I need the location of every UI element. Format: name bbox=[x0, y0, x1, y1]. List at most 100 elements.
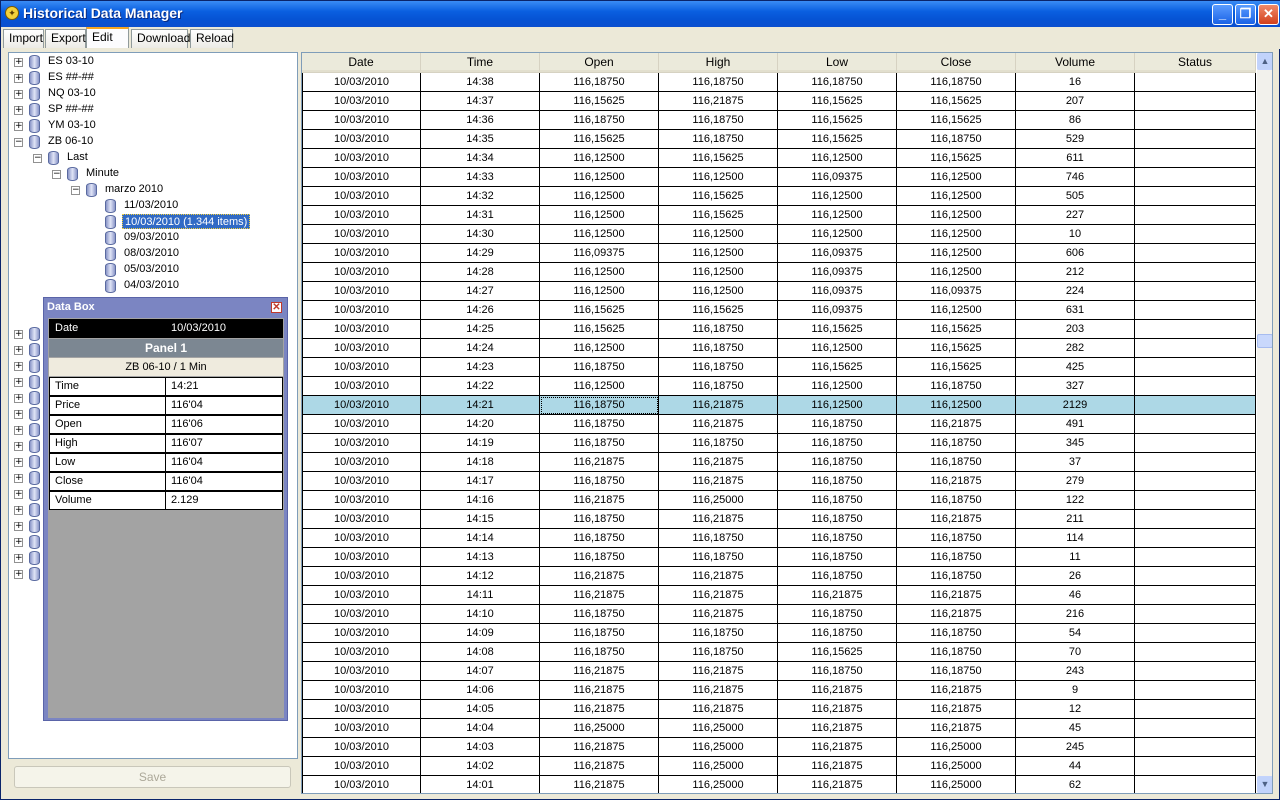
cell-high[interactable]: 116,15625 bbox=[659, 206, 778, 225]
column-header-close[interactable]: Close bbox=[897, 53, 1016, 72]
cell-close[interactable]: 116,21875 bbox=[897, 415, 1016, 434]
cell-date[interactable]: 10/03/2010 bbox=[302, 757, 421, 776]
cell-open[interactable]: 116,15625 bbox=[540, 301, 659, 320]
cell-close[interactable]: 116,15625 bbox=[897, 358, 1016, 377]
cell-low[interactable]: 116,18750 bbox=[778, 415, 897, 434]
cell-date[interactable]: 10/03/2010 bbox=[302, 491, 421, 510]
cell-close[interactable]: 116,25000 bbox=[897, 757, 1016, 776]
cell-high[interactable]: 116,21875 bbox=[659, 662, 778, 681]
cell-time[interactable]: 14:18 bbox=[421, 453, 540, 472]
plus-box-icon[interactable]: + bbox=[14, 378, 23, 387]
cell-open[interactable]: 116,12500 bbox=[540, 225, 659, 244]
title-bar[interactable]: ✦ Historical Data Manager _ ❐ ✕ bbox=[1, 1, 1280, 27]
cell-high[interactable]: 116,18750 bbox=[659, 320, 778, 339]
cell-status[interactable] bbox=[1135, 92, 1256, 111]
cell-close[interactable]: 116,18750 bbox=[897, 548, 1016, 567]
cell-time[interactable]: 14:05 bbox=[421, 700, 540, 719]
cell-time[interactable]: 14:24 bbox=[421, 339, 540, 358]
cell-open[interactable]: 116,21875 bbox=[540, 738, 659, 757]
cell-volume[interactable]: 37 bbox=[1016, 453, 1135, 472]
cell-status[interactable] bbox=[1135, 548, 1256, 567]
minus-box-icon[interactable]: − bbox=[71, 186, 80, 195]
cell-high[interactable]: 116,21875 bbox=[659, 567, 778, 586]
cell-open[interactable]: 116,18750 bbox=[540, 643, 659, 662]
tab-export[interactable]: Export bbox=[45, 29, 86, 48]
cell-low[interactable]: 116,12500 bbox=[778, 377, 897, 396]
app-icon[interactable]: ✦ bbox=[5, 6, 19, 20]
table-row[interactable]: 10/03/2010 14:34 116,12500 116,15625 116,125… bbox=[302, 149, 1256, 168]
column-header-high[interactable]: High bbox=[659, 53, 778, 72]
cell-close[interactable]: 116,21875 bbox=[897, 472, 1016, 491]
column-header-open[interactable]: Open bbox=[540, 53, 659, 72]
tab-edit[interactable]: Edit bbox=[86, 27, 129, 48]
cell-time[interactable]: 14:31 bbox=[421, 206, 540, 225]
cell-low[interactable]: 116,18750 bbox=[778, 491, 897, 510]
cell-time[interactable]: 14:36 bbox=[421, 111, 540, 130]
cell-low[interactable]: 116,18750 bbox=[778, 472, 897, 491]
cell-date[interactable]: 10/03/2010 bbox=[302, 510, 421, 529]
minus-box-icon[interactable]: − bbox=[14, 138, 23, 147]
cell-time[interactable]: 14:35 bbox=[421, 130, 540, 149]
cell-low[interactable]: 116,21875 bbox=[778, 719, 897, 738]
table-row[interactable]: 10/03/2010 14:14 116,18750 116,18750 116,187… bbox=[302, 529, 1256, 548]
cell-high[interactable]: 116,21875 bbox=[659, 510, 778, 529]
plus-box-icon[interactable]: + bbox=[14, 474, 23, 483]
table-row[interactable]: 10/03/2010 14:23 116,18750 116,18750 116,156… bbox=[302, 358, 1256, 377]
table-row[interactable]: 10/03/2010 14:26 116,15625 116,15625 116,093… bbox=[302, 301, 1256, 320]
table-row[interactable]: 10/03/2010 14:04 116,25000 116,25000 116,218… bbox=[302, 719, 1256, 738]
cell-close[interactable]: 116,18750 bbox=[897, 453, 1016, 472]
cell-open[interactable]: 116,21875 bbox=[540, 681, 659, 700]
cell-low[interactable]: 116,09375 bbox=[778, 301, 897, 320]
cell-time[interactable]: 14:33 bbox=[421, 168, 540, 187]
cell-time[interactable]: 14:32 bbox=[421, 187, 540, 206]
column-header-volume[interactable]: Volume bbox=[1016, 53, 1135, 72]
cell-date[interactable]: 10/03/2010 bbox=[302, 453, 421, 472]
cell-status[interactable] bbox=[1135, 225, 1256, 244]
cell-close[interactable]: 116,12500 bbox=[897, 225, 1016, 244]
cell-high[interactable]: 116,21875 bbox=[659, 586, 778, 605]
cell-low[interactable]: 116,18750 bbox=[778, 662, 897, 681]
cell-date[interactable]: 10/03/2010 bbox=[302, 396, 421, 415]
cell-low[interactable]: 116,15625 bbox=[778, 358, 897, 377]
cell-close[interactable]: 116,12500 bbox=[897, 301, 1016, 320]
cell-high[interactable]: 116,21875 bbox=[659, 396, 778, 415]
plus-box-icon[interactable]: + bbox=[14, 538, 23, 547]
cell-high[interactable]: 116,21875 bbox=[659, 92, 778, 111]
cell-high[interactable]: 116,18750 bbox=[659, 548, 778, 567]
cell-low[interactable]: 116,18750 bbox=[778, 73, 897, 92]
cell-status[interactable] bbox=[1135, 149, 1256, 168]
cell-status[interactable] bbox=[1135, 206, 1256, 225]
cell-high[interactable]: 116,21875 bbox=[659, 472, 778, 491]
cell-open[interactable]: 116,18750 bbox=[540, 396, 659, 415]
cell-status[interactable] bbox=[1135, 719, 1256, 738]
cell-time[interactable]: 14:08 bbox=[421, 643, 540, 662]
cell-high[interactable]: 116,15625 bbox=[659, 301, 778, 320]
cell-open[interactable]: 116,21875 bbox=[540, 491, 659, 510]
cell-date[interactable]: 10/03/2010 bbox=[302, 719, 421, 738]
cell-date[interactable]: 10/03/2010 bbox=[302, 244, 421, 263]
cell-close[interactable]: 116,18750 bbox=[897, 491, 1016, 510]
vertical-scrollbar[interactable]: ▲ ▼ bbox=[1257, 53, 1272, 793]
table-row[interactable]: 10/03/2010 14:09 116,18750 116,18750 116,187… bbox=[302, 624, 1256, 643]
column-header-date[interactable]: Date bbox=[302, 53, 421, 72]
cell-time[interactable]: 14:27 bbox=[421, 282, 540, 301]
tab-download[interactable]: Download bbox=[131, 29, 190, 48]
cell-open[interactable]: 116,21875 bbox=[540, 586, 659, 605]
table-row[interactable]: 10/03/2010 14:11 116,21875 116,21875 116,218… bbox=[302, 586, 1256, 605]
cell-status[interactable] bbox=[1135, 681, 1256, 700]
cell-high[interactable]: 116,12500 bbox=[659, 225, 778, 244]
cell-high[interactable]: 116,21875 bbox=[659, 415, 778, 434]
cell-close[interactable]: 116,21875 bbox=[897, 586, 1016, 605]
cell-date[interactable]: 10/03/2010 bbox=[302, 624, 421, 643]
cell-open[interactable]: 116,09375 bbox=[540, 244, 659, 263]
cell-volume[interactable]: 282 bbox=[1016, 339, 1135, 358]
table-row[interactable]: 10/03/2010 14:08 116,18750 116,18750 116,156… bbox=[302, 643, 1256, 662]
cell-volume[interactable]: 203 bbox=[1016, 320, 1135, 339]
cell-volume[interactable]: 2129 bbox=[1016, 396, 1135, 415]
table-row[interactable]: 10/03/2010 14:17 116,18750 116,21875 116,187… bbox=[302, 472, 1256, 491]
cell-high[interactable]: 116,25000 bbox=[659, 719, 778, 738]
plus-box-icon[interactable]: + bbox=[14, 458, 23, 467]
cell-close[interactable]: 116,21875 bbox=[897, 510, 1016, 529]
table-row[interactable]: 10/03/2010 14:36 116,18750 116,18750 116,156… bbox=[302, 111, 1256, 130]
table-row[interactable]: 10/03/2010 14:18 116,21875 116,21875 116,187… bbox=[302, 453, 1256, 472]
